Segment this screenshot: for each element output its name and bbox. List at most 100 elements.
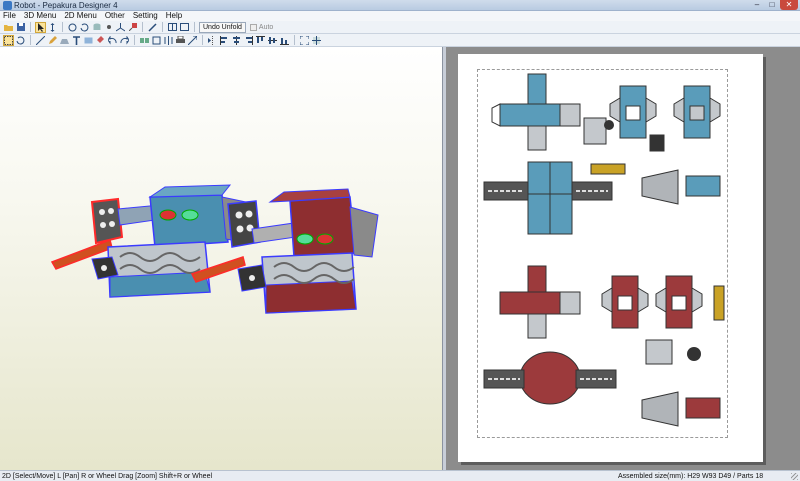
image-icon[interactable] xyxy=(83,35,94,46)
redo-arrow-icon[interactable] xyxy=(119,35,130,46)
auto-checkbox[interactable]: Auto xyxy=(249,23,274,31)
split-icon[interactable] xyxy=(163,35,174,46)
toolbar-separator xyxy=(162,22,163,32)
red-base-net[interactable] xyxy=(483,351,617,405)
flip-icon[interactable] xyxy=(207,35,218,46)
toolbar-separator xyxy=(62,22,63,32)
link-icon[interactable] xyxy=(147,22,158,33)
select-move-icon[interactable] xyxy=(47,22,58,33)
toolbar-separator xyxy=(194,22,195,32)
blue-torso-net[interactable] xyxy=(491,73,581,151)
status-assembled-size: Assembled size(mm): H29 W93 D49 / Parts … xyxy=(618,473,764,480)
blue-pod-net[interactable] xyxy=(649,134,665,152)
minimize-button[interactable]: – xyxy=(750,0,764,10)
rotate-icon[interactable] xyxy=(79,22,90,33)
blue-tube-net[interactable] xyxy=(685,175,721,197)
align-right-icon[interactable] xyxy=(243,35,254,46)
pepakura-window: Robot - Pepakura Designer 4 – □ ✕ File 3… xyxy=(0,0,800,481)
undo-arrow-icon[interactable] xyxy=(107,35,118,46)
axis-icon[interactable] xyxy=(115,22,126,33)
blue-barrel-net[interactable] xyxy=(641,169,679,205)
save-icon[interactable] xyxy=(15,22,26,33)
toolbar-main: Undo Unfold Auto xyxy=(0,21,800,34)
edge-icon[interactable] xyxy=(35,35,46,46)
red-torso-net[interactable] xyxy=(499,265,581,339)
cylinder-icon[interactable] xyxy=(91,22,102,33)
toolbar-separator xyxy=(142,22,143,32)
red-pod-net[interactable] xyxy=(687,347,701,361)
undo-unfold-button[interactable]: Undo Unfold xyxy=(199,21,246,33)
zoom-icon[interactable] xyxy=(311,35,322,46)
status-mode-hint: 2D [Select/Move] L [Pan] R or Wheel Drag… xyxy=(2,473,213,480)
red-barrel-net[interactable] xyxy=(641,391,679,427)
window-title: Robot - Pepakura Designer 4 xyxy=(14,1,118,10)
status-bar: 2D [Select/Move] L [Pan] R or Wheel Drag… xyxy=(0,470,800,481)
paint-bucket-icon[interactable] xyxy=(95,35,106,46)
3d-view[interactable] xyxy=(0,47,443,470)
auto-checkbox-box[interactable] xyxy=(249,23,257,31)
red-arm-net-2[interactable] xyxy=(655,275,703,329)
align-center-icon[interactable] xyxy=(231,35,242,46)
red-gun-net[interactable] xyxy=(645,339,673,365)
flap-icon[interactable] xyxy=(59,35,70,46)
red-torso[interactable] xyxy=(289,196,357,258)
auto-checkbox-label: Auto xyxy=(258,23,274,31)
toolbar-separator xyxy=(202,35,203,45)
blue-torso[interactable] xyxy=(149,194,229,248)
3d-model-canvas[interactable] xyxy=(0,47,443,470)
2d-view[interactable] xyxy=(446,47,800,470)
menu-help[interactable]: Help xyxy=(166,11,182,21)
menu-other[interactable]: Other xyxy=(105,11,125,21)
select-rect-icon[interactable] xyxy=(3,34,14,46)
yellow-strip-2[interactable] xyxy=(713,285,725,321)
align-top-icon[interactable] xyxy=(255,35,266,46)
menu-setting[interactable]: Setting xyxy=(133,11,158,21)
open-icon[interactable] xyxy=(3,22,14,33)
move-part-icon[interactable] xyxy=(151,35,162,46)
blue-robot-model[interactable] xyxy=(50,184,247,298)
move-icon[interactable] xyxy=(67,22,78,33)
menu-2d[interactable]: 2D Menu xyxy=(64,11,96,21)
scale-icon[interactable] xyxy=(187,35,198,46)
yellow-strip-1[interactable] xyxy=(590,163,626,175)
text-icon[interactable] xyxy=(71,35,82,46)
point-icon[interactable] xyxy=(103,22,114,33)
blue-gun-net[interactable] xyxy=(583,117,607,145)
title-bar: Robot - Pepakura Designer 4 – □ ✕ xyxy=(0,0,800,11)
paint-icon[interactable] xyxy=(127,22,138,33)
red-tube-net[interactable] xyxy=(685,397,721,419)
toolbar-separator xyxy=(294,35,295,45)
maximize-button[interactable]: □ xyxy=(765,0,779,10)
red-arm-net-1[interactable] xyxy=(601,275,649,329)
select-icon[interactable] xyxy=(35,21,46,33)
menu-bar: File 3D Menu 2D Menu Other Setting Help xyxy=(0,11,800,21)
print-icon[interactable] xyxy=(175,35,186,46)
align-middle-icon[interactable] xyxy=(267,35,278,46)
menu-3d[interactable]: 3D Menu xyxy=(24,11,56,21)
red-right-arm[interactable] xyxy=(349,206,379,258)
unfolded-parts-canvas[interactable] xyxy=(458,54,763,462)
red-robot-model[interactable] xyxy=(227,188,379,314)
toolbar-separator xyxy=(30,35,31,45)
toolbar-separator xyxy=(30,22,31,32)
blue-left-pod[interactable] xyxy=(90,197,124,245)
align-left-icon[interactable] xyxy=(219,35,230,46)
align-bottom-icon[interactable] xyxy=(279,35,290,46)
menu-file[interactable]: File xyxy=(3,11,16,21)
join-icon[interactable] xyxy=(139,35,150,46)
blue-parts-group[interactable] xyxy=(483,73,721,235)
close-button[interactable]: ✕ xyxy=(780,0,798,10)
toolbar-2d xyxy=(0,34,800,47)
split-view-icon[interactable] xyxy=(167,22,178,33)
pencil-icon[interactable] xyxy=(47,35,58,46)
red-parts-group[interactable] xyxy=(483,265,725,427)
toolbar-separator xyxy=(134,35,135,45)
window-controls: – □ ✕ xyxy=(750,0,798,11)
blue-arm-net-1[interactable] xyxy=(609,85,657,139)
blue-arm-net-2[interactable] xyxy=(673,85,721,139)
resize-grip-icon[interactable] xyxy=(791,473,798,480)
app-icon xyxy=(3,1,12,10)
rotate-part-icon[interactable] xyxy=(15,35,26,46)
window-icon[interactable] xyxy=(179,22,190,33)
fit-icon[interactable] xyxy=(299,35,310,46)
